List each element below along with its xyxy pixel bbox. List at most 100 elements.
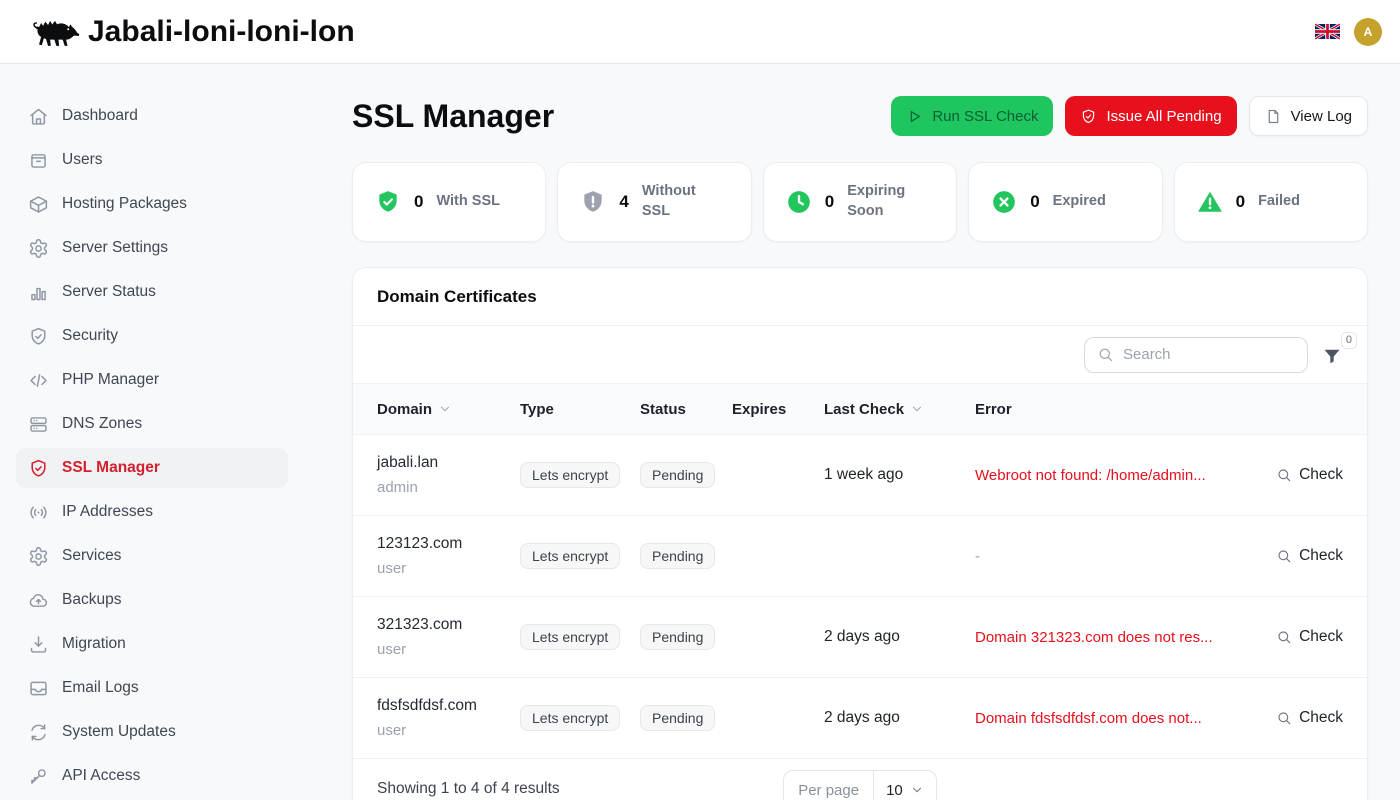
type-badge: Lets encrypt: [520, 543, 620, 569]
sidebar-item-backups[interactable]: Backups: [16, 580, 288, 620]
sidebar-item-label: Dashboard: [62, 107, 138, 125]
chevron-down-icon: [910, 783, 924, 797]
filter-button[interactable]: 0: [1321, 337, 1357, 373]
per-page-select[interactable]: Per page 10: [783, 770, 937, 800]
check-button[interactable]: Check: [1276, 547, 1343, 565]
row-error: Domain 321323.com does not res...: [975, 629, 1273, 646]
sidebar-item-users[interactable]: Users: [16, 140, 288, 180]
sidebar-item-dashboard[interactable]: Dashboard: [16, 96, 288, 136]
sidebar-item-label: IP Addresses: [62, 503, 153, 521]
status-badge: Pending: [640, 462, 715, 488]
check-button[interactable]: Check: [1276, 628, 1343, 646]
code-icon: [28, 370, 49, 391]
sidebar-item-php-manager[interactable]: PHP Manager: [16, 360, 288, 400]
stat-card-with-ssl: 0 With SSL: [352, 162, 546, 242]
sidebar-item-ip-addresses[interactable]: IP Addresses: [16, 492, 288, 532]
row-user: admin: [377, 479, 520, 496]
stat-card-failed: 0 Failed: [1174, 162, 1368, 242]
sidebar-item-label: Backups: [62, 591, 121, 609]
stat-card-without-ssl: 4 Without SSL: [557, 162, 751, 242]
app-header: Jabali-loni-loni-lon A: [0, 0, 1400, 64]
stat-card-expired: 0 Expired: [968, 162, 1162, 242]
search-input-wrap: [1084, 337, 1308, 373]
row-last-check: 2 days ago: [824, 628, 975, 646]
sidebar-item-services[interactable]: Services: [16, 536, 288, 576]
row-last-check: 2 days ago: [824, 709, 975, 727]
sidebar-item-label: Email Logs: [62, 679, 139, 697]
gear-icon: [28, 238, 49, 259]
inbox-icon: [28, 678, 49, 699]
sidebar-item-label: Server Settings: [62, 239, 168, 257]
per-page-value: 10: [886, 782, 903, 799]
issue-all-pending-button[interactable]: Issue All Pending: [1065, 96, 1236, 136]
x-circle-filled-icon: [991, 189, 1017, 215]
stats-cards: 0 With SSL 4 Without SSL 0 Expiring Soon…: [352, 162, 1368, 242]
column-header-last-check[interactable]: Last Check: [824, 401, 975, 418]
sidebar-item-label: Hosting Packages: [62, 195, 187, 213]
search-input[interactable]: [1123, 346, 1295, 363]
sidebar-item-ssl-manager[interactable]: SSL Manager: [16, 448, 288, 488]
table-header: Domain Type Status Expires Last Check Er…: [353, 384, 1367, 434]
sidebar-item-dns-zones[interactable]: DNS Zones: [16, 404, 288, 444]
sidebar-item-label: Server Status: [62, 283, 156, 301]
run-ssl-check-button[interactable]: Run SSL Check: [891, 96, 1053, 136]
column-header-error: Error: [975, 401, 1273, 418]
shield-check-icon: [28, 458, 49, 479]
column-header-domain[interactable]: Domain: [377, 401, 520, 418]
document-icon: [1265, 108, 1282, 125]
view-log-button[interactable]: View Log: [1249, 96, 1368, 136]
row-domain: 321323.com: [377, 616, 520, 634]
play-icon: [906, 108, 923, 125]
refresh-icon: [28, 722, 49, 743]
avatar[interactable]: A: [1354, 18, 1382, 46]
sidebar-item-system-updates[interactable]: System Updates: [16, 712, 288, 752]
shield-check-icon: [28, 326, 49, 347]
sidebar-item-server-settings[interactable]: Server Settings: [16, 228, 288, 268]
gear-icon: [28, 546, 49, 567]
shield-check-icon: [1080, 108, 1097, 125]
filter-count-badge: 0: [1341, 332, 1357, 349]
row-error: Webroot not found: /home/admin...: [975, 467, 1273, 484]
column-header-expires: Expires: [732, 401, 824, 418]
cloud-upload-icon: [28, 590, 49, 611]
column-header-type: Type: [520, 401, 640, 418]
sidebar-item-hosting-packages[interactable]: Hosting Packages: [16, 184, 288, 224]
row-domain: 123123.com: [377, 535, 520, 553]
users-icon: [28, 150, 49, 171]
package-icon: [28, 194, 49, 215]
sidebar-item-migration[interactable]: Migration: [16, 624, 288, 664]
app-title: Jabali-loni-loni-lon: [88, 15, 355, 49]
home-icon: [28, 106, 49, 127]
language-flag-icon[interactable]: [1315, 23, 1340, 40]
results-summary: Showing 1 to 4 of 4 results: [377, 770, 783, 798]
sidebar-item-api-access[interactable]: API Access: [16, 756, 288, 796]
key-icon: [28, 766, 49, 787]
search-icon: [1276, 710, 1292, 726]
main-content: SSL Manager Run SSL Check Issue All Pend…: [304, 0, 1400, 800]
row-domain: fdsfsdfdsf.com: [377, 697, 520, 715]
row-domain: jabali.lan: [377, 454, 520, 472]
stat-card-expiring-soon: 0 Expiring Soon: [763, 162, 957, 242]
sidebar-item-label: Services: [62, 547, 121, 565]
check-button[interactable]: Check: [1276, 466, 1343, 484]
sidebar-item-label: SSL Manager: [62, 459, 160, 477]
status-badge: Pending: [640, 543, 715, 569]
alert-triangle-filled-icon: [1197, 189, 1223, 215]
search-icon: [1276, 548, 1292, 564]
chevron-down-icon: [910, 402, 924, 416]
shield-alert-filled-icon: [580, 189, 606, 215]
sidebar-item-security[interactable]: Security: [16, 316, 288, 356]
bar-chart-icon: [28, 282, 49, 303]
table-row: fdsfsdfdsf.com user Lets encrypt Pending…: [353, 677, 1367, 758]
check-button[interactable]: Check: [1276, 709, 1343, 727]
table-row: jabali.lan admin Lets encrypt Pending 1 …: [353, 434, 1367, 515]
panel-title: Domain Certificates: [377, 287, 537, 307]
sidebar-item-server-status[interactable]: Server Status: [16, 272, 288, 312]
filter-funnel-icon: [1322, 346, 1342, 366]
sidebar-item-email-logs[interactable]: Email Logs: [16, 668, 288, 708]
sidebar-item-label: PHP Manager: [62, 371, 159, 389]
table-row: 321323.com user Lets encrypt Pending 2 d…: [353, 596, 1367, 677]
server-icon: [28, 414, 49, 435]
row-user: user: [377, 560, 520, 577]
clock-filled-icon: [786, 189, 812, 215]
